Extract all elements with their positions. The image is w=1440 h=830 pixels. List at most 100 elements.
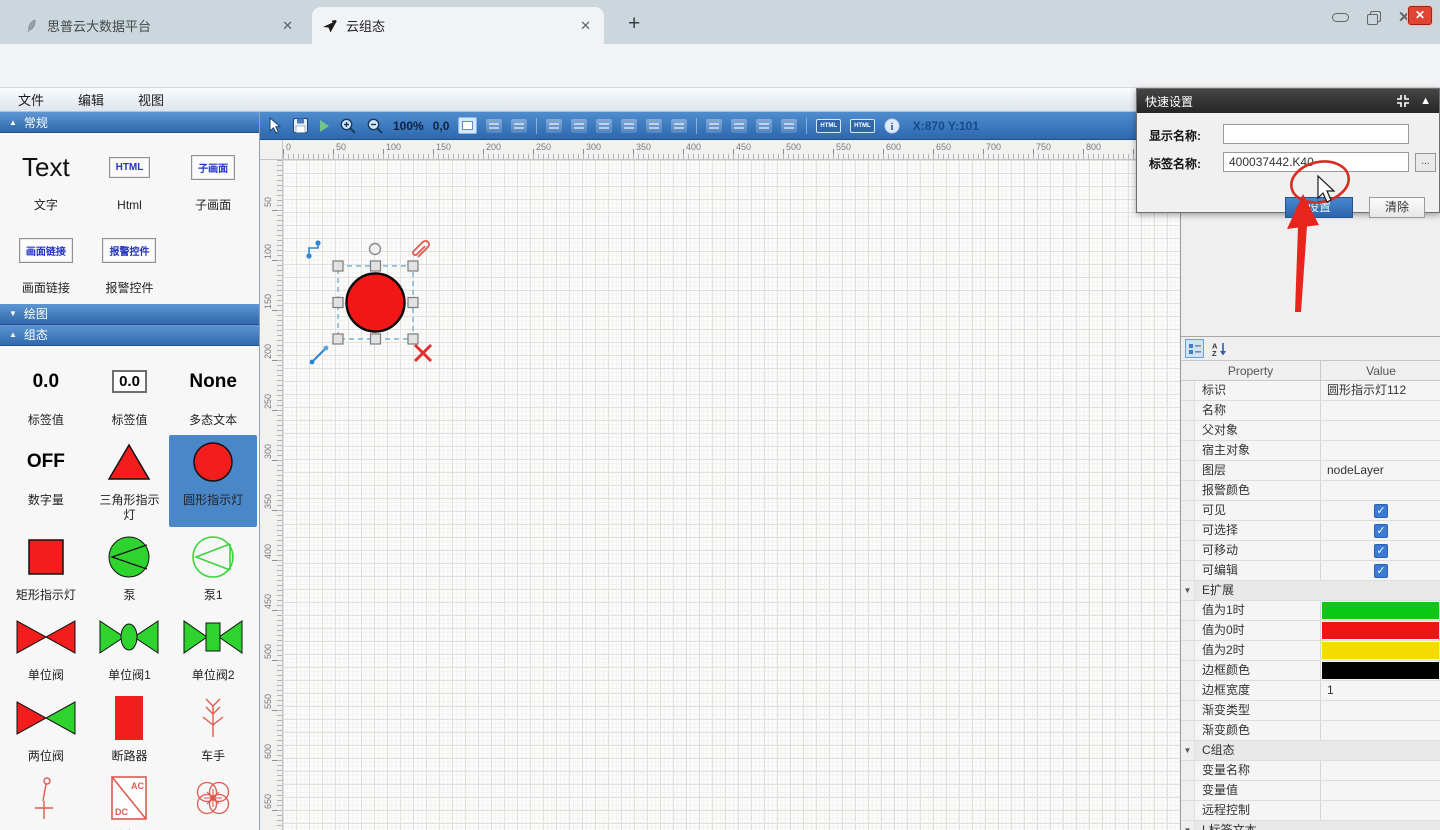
menu-item-0[interactable]: 文件 <box>18 90 44 109</box>
quick-settings-header[interactable]: 快速设置 ▲ <box>1137 89 1439 113</box>
property-value[interactable] <box>1321 421 1440 440</box>
same-width-icon[interactable] <box>706 119 722 133</box>
canvas-settings-icon[interactable] <box>458 117 477 134</box>
palette-item-标签值[interactable]: 0.0标签值 <box>88 360 172 427</box>
palette-item-单位阀1[interactable]: 单位阀1 <box>88 615 172 682</box>
design-canvas[interactable] <box>283 160 1180 830</box>
palette-item-Html[interactable]: HTMLHtml <box>88 145 172 212</box>
save-icon[interactable] <box>292 117 309 134</box>
palette-item-文字[interactable]: Text文字 <box>4 145 88 212</box>
palette-item-泵1[interactable]: 泵1 <box>171 535 255 602</box>
property-row[interactable]: 名称 <box>1181 401 1440 421</box>
zoom-out-icon[interactable] <box>366 117 384 135</box>
tab-close-icon[interactable]: ✕ <box>279 18 296 34</box>
group-collapse-icon[interactable]: ▼ <box>1181 741 1195 760</box>
palette-item-逆变器[interactable]: ACDC逆变器 <box>88 776 172 830</box>
palette-item-子画面[interactable]: 子画面子画面 <box>171 145 255 212</box>
palette-item-刀闸[interactable]: 刀闸 <box>4 776 88 830</box>
property-value[interactable] <box>1321 661 1440 680</box>
line-tool-icon[interactable] <box>310 346 329 365</box>
align-top-icon[interactable] <box>621 119 637 133</box>
property-group-row[interactable]: ▼E扩展 <box>1181 581 1440 601</box>
palette-item-泵[interactable]: 泵 <box>88 535 172 602</box>
property-value[interactable]: ✓ <box>1321 521 1440 540</box>
property-value[interactable] <box>1321 481 1440 500</box>
same-size-icon[interactable] <box>756 119 772 133</box>
property-value[interactable]: ✓ <box>1321 541 1440 560</box>
palette-item-车手[interactable]: 车手 <box>171 696 255 763</box>
tag-browse-button[interactable]: ... <box>1415 153 1436 172</box>
align-bottom-icon[interactable] <box>671 119 687 133</box>
property-row[interactable]: 远程控制 <box>1181 801 1440 821</box>
property-row[interactable]: 可见✓ <box>1181 501 1440 521</box>
copy-icon[interactable] <box>486 119 502 133</box>
palette-item-PT[interactable]: PT <box>171 776 255 830</box>
circle-indicator-shape[interactable] <box>347 274 405 332</box>
property-row[interactable]: 值为2时 <box>1181 641 1440 661</box>
new-tab-button[interactable]: + <box>628 12 640 36</box>
property-value[interactable]: ✓ <box>1321 561 1440 580</box>
menu-item-1[interactable]: 编辑 <box>78 90 104 109</box>
palette-item-画面链接[interactable]: 画面链接画面链接 <box>4 228 88 295</box>
paste-icon[interactable] <box>511 119 527 133</box>
group-collapse-icon[interactable]: ▼ <box>1181 581 1195 600</box>
property-value[interactable]: ✓ <box>1321 501 1440 520</box>
property-row[interactable]: 报警颜色 <box>1181 481 1440 501</box>
property-value[interactable]: 1 <box>1321 681 1440 700</box>
property-value[interactable] <box>1321 801 1440 820</box>
clear-button[interactable]: 清除 <box>1369 197 1425 218</box>
menu-item-2[interactable]: 视图 <box>138 90 164 109</box>
color-swatch[interactable] <box>1322 662 1439 679</box>
info-circle-icon[interactable]: i <box>884 118 900 134</box>
property-value[interactable] <box>1321 781 1440 800</box>
property-value[interactable]: 圆形指示灯112 <box>1321 381 1440 400</box>
color-swatch[interactable] <box>1322 642 1439 659</box>
tab-scada-editor[interactable]: 云组态 ✕ <box>312 7 604 44</box>
group-collapse-icon[interactable]: ▼ <box>1181 821 1195 830</box>
same-height-icon[interactable] <box>731 119 747 133</box>
panel-collapse-icon[interactable]: ▲ <box>1420 95 1431 107</box>
checkbox-checked[interactable]: ✓ <box>1374 564 1388 578</box>
property-value[interactable] <box>1321 441 1440 460</box>
palette-item-圆形指示灯[interactable]: 圆形指示灯 <box>169 435 257 527</box>
property-value[interactable] <box>1321 401 1440 420</box>
property-row[interactable]: 可移动✓ <box>1181 541 1440 561</box>
property-value[interactable] <box>1321 601 1440 620</box>
palette-section-绘图[interactable]: ▼绘图 <box>0 304 259 325</box>
preview-html-icon[interactable]: HTML <box>850 119 875 133</box>
sort-az-icon[interactable]: AZ <box>1209 339 1228 358</box>
checkbox-checked[interactable]: ✓ <box>1374 544 1388 558</box>
property-row[interactable]: 值为1时 <box>1181 601 1440 621</box>
property-row[interactable]: 宿主对象 <box>1181 441 1440 461</box>
property-value[interactable] <box>1321 641 1440 660</box>
align-left-icon[interactable] <box>546 119 562 133</box>
set-button[interactable]: 设置 <box>1285 197 1353 218</box>
zoom-in-icon[interactable] <box>339 117 357 135</box>
palette-item-两位阀[interactable]: 两位阀 <box>4 696 88 763</box>
tag-name-input[interactable] <box>1223 152 1409 172</box>
property-value[interactable] <box>1321 721 1440 740</box>
palette-item-报警控件[interactable]: 报警控件报警控件 <box>88 228 172 295</box>
attach-tool-icon[interactable] <box>413 241 429 257</box>
property-row[interactable]: 渐变颜色 <box>1181 721 1440 741</box>
property-group-row[interactable]: ▼C组态 <box>1181 741 1440 761</box>
color-swatch[interactable] <box>1322 602 1439 619</box>
property-row[interactable]: 变量名称 <box>1181 761 1440 781</box>
close-button[interactable]: ✕ ✕ <box>1398 6 1432 28</box>
property-row[interactable]: 渐变类型 <box>1181 701 1440 721</box>
property-group-row[interactable]: ▼L标签文本 <box>1181 821 1440 830</box>
categorized-view-icon[interactable] <box>1185 339 1204 358</box>
display-name-input[interactable] <box>1223 124 1409 144</box>
minimize-button[interactable] <box>1332 13 1349 22</box>
palette-item-三角形指示灯[interactable]: 三角形指示灯 <box>88 440 172 522</box>
palette-item-单位阀[interactable]: 单位阀 <box>4 615 88 682</box>
property-row[interactable]: 父对象 <box>1181 421 1440 441</box>
property-row[interactable]: 边框颜色 <box>1181 661 1440 681</box>
palette-item-断路器[interactable]: 断路器 <box>88 696 172 763</box>
property-row[interactable]: 标识圆形指示灯112 <box>1181 381 1440 401</box>
palette-item-矩形指示灯[interactable]: 矩形指示灯 <box>4 535 88 602</box>
property-row[interactable]: 边框宽度1 <box>1181 681 1440 701</box>
tab-close-icon[interactable]: ✕ <box>577 18 594 34</box>
property-value[interactable] <box>1321 701 1440 720</box>
property-row[interactable]: 可编辑✓ <box>1181 561 1440 581</box>
